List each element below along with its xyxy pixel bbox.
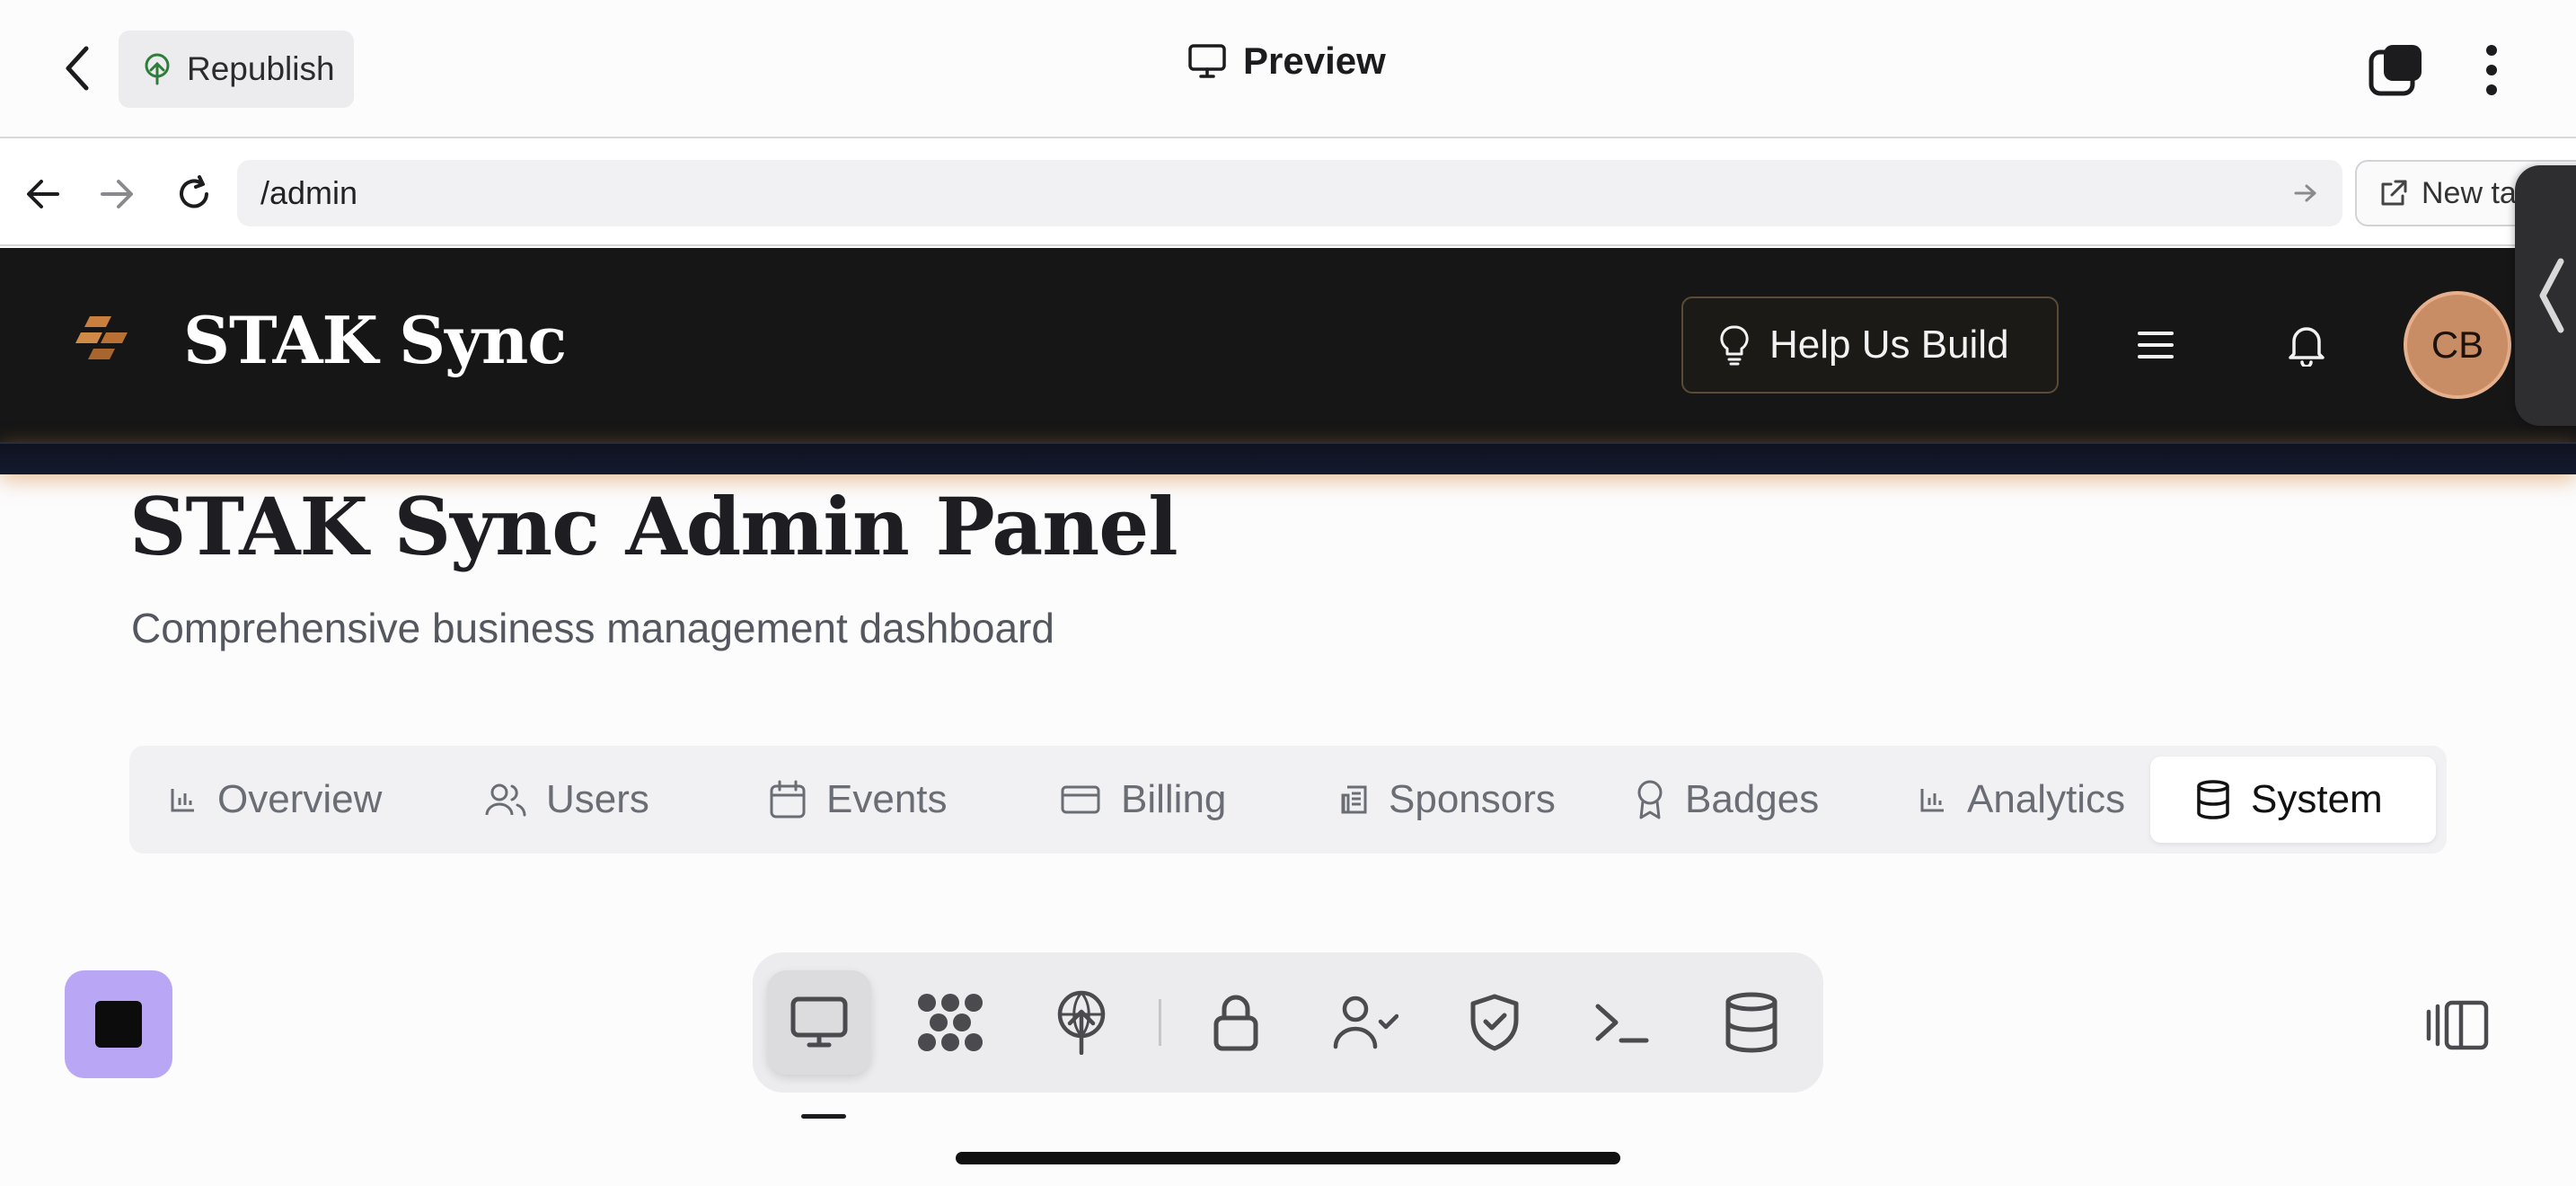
dock-security-button[interactable] <box>1442 970 1547 1075</box>
arrow-right-icon <box>2294 184 2316 202</box>
notifications-button[interactable] <box>2280 314 2333 374</box>
receipt-icon <box>1341 785 1367 814</box>
preview-title: Preview <box>1187 40 1386 83</box>
dock-auth-button[interactable] <box>1313 970 1417 1075</box>
dock-preview-button[interactable] <box>767 970 871 1075</box>
menu-icon <box>2138 332 2174 358</box>
dock-secrets-button[interactable] <box>1184 970 1288 1075</box>
bell-icon <box>2289 327 2325 367</box>
agent-icon <box>918 994 983 1051</box>
chevron-left-icon <box>2539 258 2564 333</box>
panel-layout-button[interactable] <box>2422 994 2493 1057</box>
tab-billing[interactable]: Billing <box>1033 757 1266 843</box>
stak-logo-icon <box>75 316 128 359</box>
award-icon <box>1637 780 1663 819</box>
hamburger-menu-button[interactable] <box>2129 318 2183 372</box>
dock-shell-button[interactable] <box>1570 970 1674 1075</box>
more-vertical-icon <box>2486 45 2497 95</box>
more-options-button[interactable] <box>2466 40 2517 101</box>
url-input[interactable] <box>260 174 2236 212</box>
url-go-button[interactable] <box>2287 174 2325 212</box>
stop-icon <box>95 1001 142 1048</box>
bar-chart-icon <box>171 789 194 812</box>
lock-icon <box>1213 995 1258 1051</box>
tab-label: System <box>2251 777 2383 821</box>
home-indicator <box>956 1152 1620 1164</box>
side-panel-handle[interactable] <box>2515 165 2576 426</box>
users-icon <box>485 783 526 817</box>
shield-check-icon <box>1470 994 1519 1051</box>
chevron-left-icon <box>66 46 89 91</box>
dock-deploy-button[interactable] <box>1029 970 1134 1075</box>
external-link-icon <box>2381 180 2407 206</box>
header-divider <box>0 442 2576 474</box>
tab-analytics[interactable]: Analytics <box>1892 757 2161 843</box>
tab-switcher-button[interactable] <box>2368 41 2425 99</box>
tab-label: Badges <box>1685 777 1820 821</box>
tab-overview[interactable]: Overview <box>142 757 411 843</box>
active-dock-indicator <box>801 1114 846 1119</box>
tab-label: Analytics <box>1967 777 2126 821</box>
calendar-icon <box>770 780 806 819</box>
republish-label: Republish <box>187 50 335 87</box>
deploy-icon <box>145 53 170 85</box>
browser-url-row: New tab <box>0 140 2576 246</box>
database-icon <box>2197 780 2229 819</box>
browser-back-button[interactable] <box>16 167 70 221</box>
brand-name[interactable]: STAK Sync <box>183 302 567 378</box>
tab-events[interactable]: Events <box>742 757 975 843</box>
tab-sponsors[interactable]: Sponsors <box>1313 757 1583 843</box>
app-top-bar: Republish Preview <box>0 0 2576 138</box>
preview-title-text: Preview <box>1243 40 1386 82</box>
reload-icon <box>180 175 208 208</box>
page-subtitle: Comprehensive business management dashbo… <box>131 605 1054 651</box>
split-panel-icon <box>2426 1000 2489 1050</box>
tab-badges[interactable]: Badges <box>1608 757 1877 843</box>
admin-tab-list: Overview Users Events Billing Sponsors B… <box>129 746 2447 854</box>
tab-users[interactable]: Users <box>458 757 692 843</box>
tab-system[interactable]: System <box>2150 757 2436 843</box>
tab-label: Sponsors <box>1389 777 1556 821</box>
back-button[interactable] <box>50 36 104 101</box>
tab-label: Overview <box>217 777 383 821</box>
credit-card-icon <box>1061 785 1100 814</box>
site-header: STAK Sync Help Us Build CB <box>0 248 2576 442</box>
bar-chart-icon <box>1920 789 1944 812</box>
bottom-dock <box>753 952 1823 1093</box>
republish-button[interactable]: Republish <box>119 31 354 108</box>
tab-label: Users <box>546 777 649 821</box>
arrow-left-icon <box>27 180 59 208</box>
browser-forward-button[interactable] <box>90 167 144 221</box>
stop-button[interactable] <box>65 970 172 1078</box>
page-title: STAK Sync Admin Panel <box>129 480 1178 573</box>
terminal-icon <box>1595 1004 1649 1043</box>
dock-database-button[interactable] <box>1699 970 1804 1075</box>
arrow-right-icon <box>101 180 133 208</box>
tab-label: Billing <box>1121 777 1227 821</box>
tabs-icon <box>2369 45 2422 96</box>
dock-separator <box>1159 999 1161 1046</box>
user-check-icon <box>1333 996 1398 1049</box>
monitor-icon <box>790 996 848 1048</box>
user-avatar[interactable]: CB <box>2404 291 2511 399</box>
lightbulb-icon <box>1720 325 1749 366</box>
reload-button[interactable] <box>167 167 221 221</box>
monitor-icon <box>1188 44 1226 78</box>
help-us-build-button[interactable]: Help Us Build <box>1681 296 2059 394</box>
tab-label: Events <box>826 777 948 821</box>
deploy-icon <box>1057 990 1106 1055</box>
help-us-build-label: Help Us Build <box>1769 323 2009 367</box>
url-bar[interactable] <box>237 160 2342 226</box>
dock-agent-button[interactable] <box>898 970 1002 1075</box>
database-icon <box>1725 992 1778 1053</box>
